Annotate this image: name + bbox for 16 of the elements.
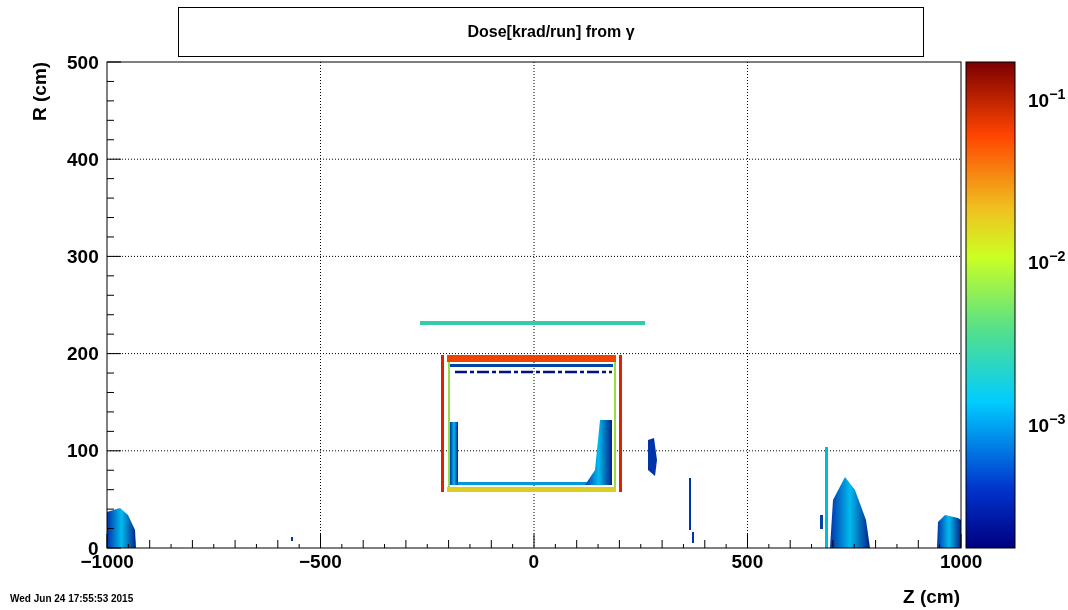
plot-title: Dose[krad/run] from γ xyxy=(178,7,924,57)
timestamp: Wed Jun 24 17:55:53 2015 xyxy=(10,594,134,604)
y-tick-label: 300 xyxy=(67,246,99,266)
y-tick-label: 200 xyxy=(67,344,99,364)
color-scale-label: 10$^{−3}$ xyxy=(1028,415,1066,435)
x-tick-label: 0 xyxy=(528,552,540,571)
y-tick-label: 500 xyxy=(67,52,99,72)
x-axis-title: Z (cm) xyxy=(903,587,960,606)
y-axis-title: R (cm) xyxy=(30,61,49,121)
color-scale-label: 10$^{−1}$ xyxy=(1028,90,1066,110)
x-tick-label: 1000 xyxy=(940,552,983,571)
y-tick-label: 100 xyxy=(67,441,99,461)
y-tick-label: 400 xyxy=(67,149,99,169)
color-scale-label: 10$^{−2}$ xyxy=(1028,252,1066,272)
x-tick-label: −500 xyxy=(299,552,342,571)
x-tick-label: 500 xyxy=(731,552,764,571)
